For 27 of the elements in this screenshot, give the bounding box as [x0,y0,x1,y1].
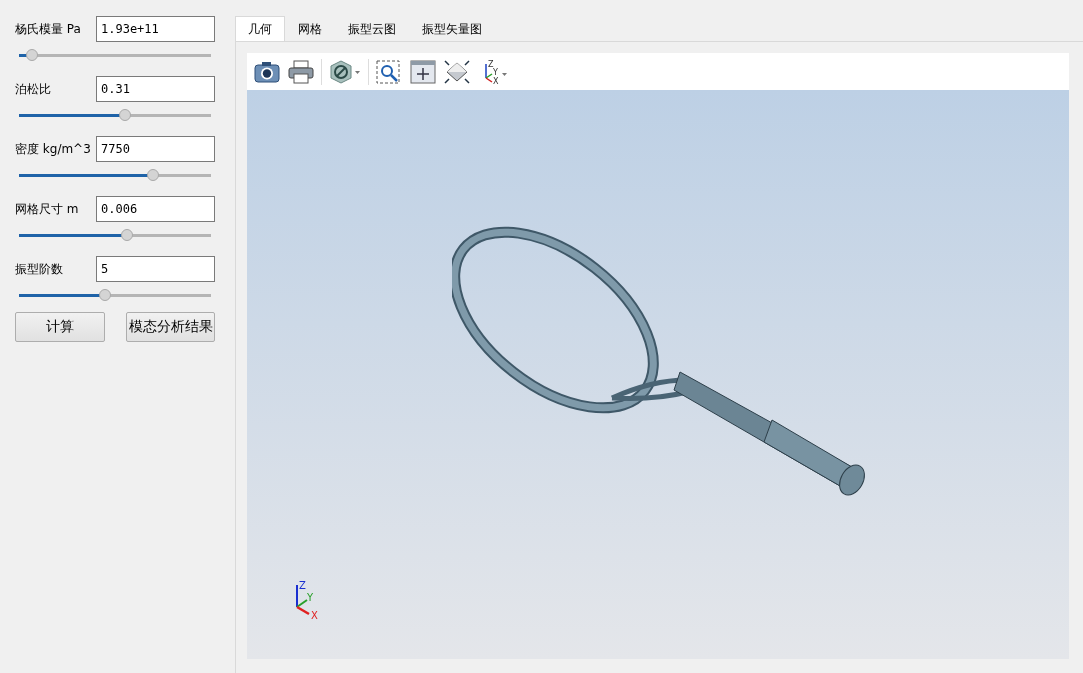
tab[interactable]: 几何 [235,16,285,41]
parameter-label: 密度 kg/m^3 [15,140,91,158]
3d-viewport[interactable]: Z Y X [247,90,1069,659]
slider-thumb[interactable] [118,109,131,121]
tab[interactable]: 振型矢量图 [409,16,495,41]
parameter-label: 网格尺寸 m [15,200,79,218]
slider-thumb[interactable] [99,289,112,301]
tab[interactable]: 网格 [285,16,335,41]
parameter-label: 振型阶数 [15,260,63,278]
parameter-label: 泊松比 [15,80,51,98]
diamond-view-icon[interactable] [443,58,471,85]
slider-thumb[interactable] [147,169,160,181]
fit-all-icon[interactable] [409,58,437,85]
parameter-input[interactable]: 0.006 [96,196,215,222]
parameter-input[interactable]: 1.93e+11 [96,16,215,42]
parameter-input[interactable]: 5 [96,256,215,282]
tab[interactable]: 振型云图 [335,16,409,41]
printer-icon[interactable] [287,58,315,85]
parameter-input[interactable]: 0.31 [96,76,215,102]
zoom-area-icon[interactable] [375,58,403,85]
display-mode-dropdown-icon[interactable] [328,58,362,85]
parameter-label: 杨氏模量 Pa [15,20,81,38]
parameter-input[interactable]: 7750 [96,136,215,162]
slider-thumb[interactable] [26,49,39,61]
calculate-button[interactable]: 计算 [15,312,105,342]
results-button[interactable]: 模态分析结果 [126,312,215,342]
slider-thumb[interactable] [120,229,133,241]
